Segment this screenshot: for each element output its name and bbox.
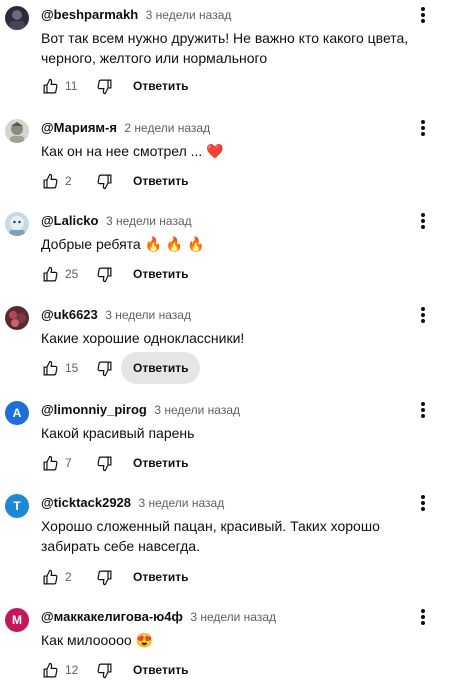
thumb-up-icon[interactable] <box>41 568 59 586</box>
comment-time[interactable]: 3 недели назад <box>146 8 232 22</box>
comment-text: Вот так всем нужно дружить! Не важно кто… <box>41 30 409 66</box>
like-count: 12 <box>65 663 79 677</box>
thumb-up-icon[interactable] <box>41 77 59 95</box>
reply-button[interactable]: Ответить <box>121 258 200 290</box>
thumb-down-icon[interactable] <box>95 172 113 190</box>
reply-button[interactable]: Ответить <box>121 447 200 479</box>
thumb-up-icon[interactable] <box>41 661 59 679</box>
thumb-down-icon[interactable] <box>95 454 113 472</box>
comment-text: Какой красивый парень <box>41 425 195 441</box>
avatar-letter: T <box>13 499 21 513</box>
avatar[interactable]: A <box>5 401 29 425</box>
comment-author[interactable]: @limonniy_pirog <box>41 402 147 417</box>
comment-text: Хорошо сложенный пацан, красивый. Таких … <box>41 518 380 554</box>
avatar-letter: A <box>12 406 22 420</box>
avatar[interactable]: T <box>5 494 29 518</box>
more-vertical-icon[interactable] <box>413 211 433 231</box>
reply-button[interactable]: Ответить <box>121 561 200 593</box>
like-count: 11 <box>65 79 78 93</box>
avatar[interactable] <box>5 6 29 30</box>
more-vertical-icon[interactable] <box>413 5 433 25</box>
like-count: 2 <box>65 570 72 584</box>
avatar-letter: M <box>12 613 22 627</box>
comment-author[interactable]: @beshparmakh <box>41 7 138 22</box>
like-count: 7 <box>65 456 72 470</box>
thumb-down-icon[interactable] <box>95 359 113 377</box>
avatar[interactable]: M <box>5 608 29 632</box>
like-count: 15 <box>65 361 79 375</box>
comment-text: Как он на нее смотрел ... ❤️ <box>41 143 224 159</box>
avatar[interactable] <box>5 212 29 236</box>
like-count: 2 <box>65 174 72 188</box>
comment-author[interactable]: @Мариям-я <box>41 120 117 135</box>
thumb-up-icon[interactable] <box>41 172 59 190</box>
reply-button[interactable]: Ответить <box>121 70 200 102</box>
thumb-down-icon[interactable] <box>95 77 113 95</box>
comment-time[interactable]: 2 недели назад <box>124 121 210 135</box>
more-vertical-icon[interactable] <box>413 493 433 513</box>
comment-author[interactable]: @маккакелигова-ю4ф <box>41 609 183 624</box>
more-vertical-icon[interactable] <box>413 607 433 627</box>
reply-button[interactable]: Ответить <box>121 165 200 197</box>
thumb-up-icon[interactable] <box>41 454 59 472</box>
more-vertical-icon[interactable] <box>413 118 433 138</box>
comment-time[interactable]: 3 недели назад <box>190 610 276 624</box>
avatar[interactable] <box>5 119 29 143</box>
comment-author[interactable]: @Lalicko <box>41 213 98 228</box>
comment-time[interactable]: 3 недели назад <box>105 308 191 322</box>
reply-button[interactable]: Ответить <box>121 352 201 384</box>
more-vertical-icon[interactable] <box>413 305 433 325</box>
comment-text: Как милоoooo 😍 <box>41 632 153 648</box>
comment-text: Добрые ребята 🔥 🔥 🔥 <box>41 236 205 252</box>
thumb-down-icon[interactable] <box>95 265 113 283</box>
comment-time[interactable]: 3 недели назад <box>138 496 224 510</box>
like-count: 25 <box>65 267 79 281</box>
comment-text: Какие хорошие одноклассники! <box>41 330 245 346</box>
thumb-down-icon[interactable] <box>95 661 113 679</box>
thumb-up-icon[interactable] <box>41 265 59 283</box>
comment-author[interactable]: @uk6623 <box>41 307 98 322</box>
thumb-down-icon[interactable] <box>95 568 113 586</box>
comment-time[interactable]: 3 недели назад <box>106 214 192 228</box>
comment-time[interactable]: 3 недели назад <box>154 403 240 417</box>
reply-button[interactable]: Ответить <box>121 654 200 686</box>
avatar[interactable] <box>5 306 29 330</box>
more-vertical-icon[interactable] <box>413 400 433 420</box>
comment-author[interactable]: @ticktack2928 <box>41 495 131 510</box>
thumb-up-icon[interactable] <box>41 359 59 377</box>
